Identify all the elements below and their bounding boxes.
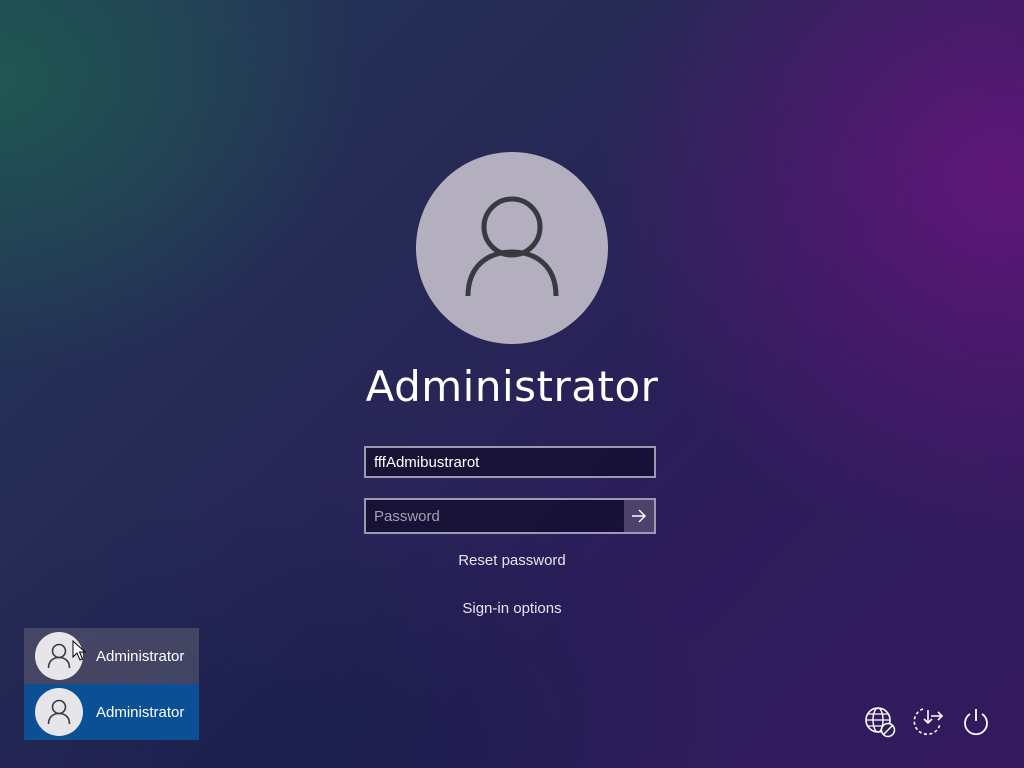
user-silhouette-icon [465, 196, 559, 297]
mouse-cursor-icon [72, 640, 86, 661]
network-icon [865, 707, 896, 738]
arrow-right-icon [632, 509, 646, 523]
user-avatar-large [416, 152, 608, 344]
network-button[interactable] [862, 704, 898, 740]
reset-password-link-row: Reset password [0, 552, 1024, 569]
signin-options-link[interactable]: Sign-in options [462, 600, 561, 617]
user-name-title: Administrator [365, 362, 659, 411]
user-list-item-name: Administrator [96, 703, 185, 721]
user-silhouette-icon [47, 643, 71, 669]
password-field[interactable] [364, 498, 656, 534]
ease-of-access-icon [913, 708, 944, 736]
avatar [35, 688, 83, 736]
username-field[interactable] [364, 446, 656, 478]
power-icon [964, 709, 988, 736]
user-list-item-name: Administrator [96, 647, 185, 665]
user-list-item[interactable]: Administrator [24, 628, 199, 684]
signin-options-link-row: Sign-in options [0, 600, 1024, 617]
username-input[interactable] [366, 448, 654, 476]
power-button[interactable] [958, 704, 994, 740]
user-switcher-list: Administrator Administrator [24, 628, 199, 740]
ease-of-access-button[interactable] [910, 704, 946, 740]
user-silhouette-icon [47, 699, 71, 725]
submit-button[interactable] [624, 500, 654, 532]
user-list-item[interactable]: Administrator [24, 684, 199, 740]
reset-password-link[interactable]: Reset password [458, 552, 566, 569]
password-input[interactable] [366, 500, 628, 532]
